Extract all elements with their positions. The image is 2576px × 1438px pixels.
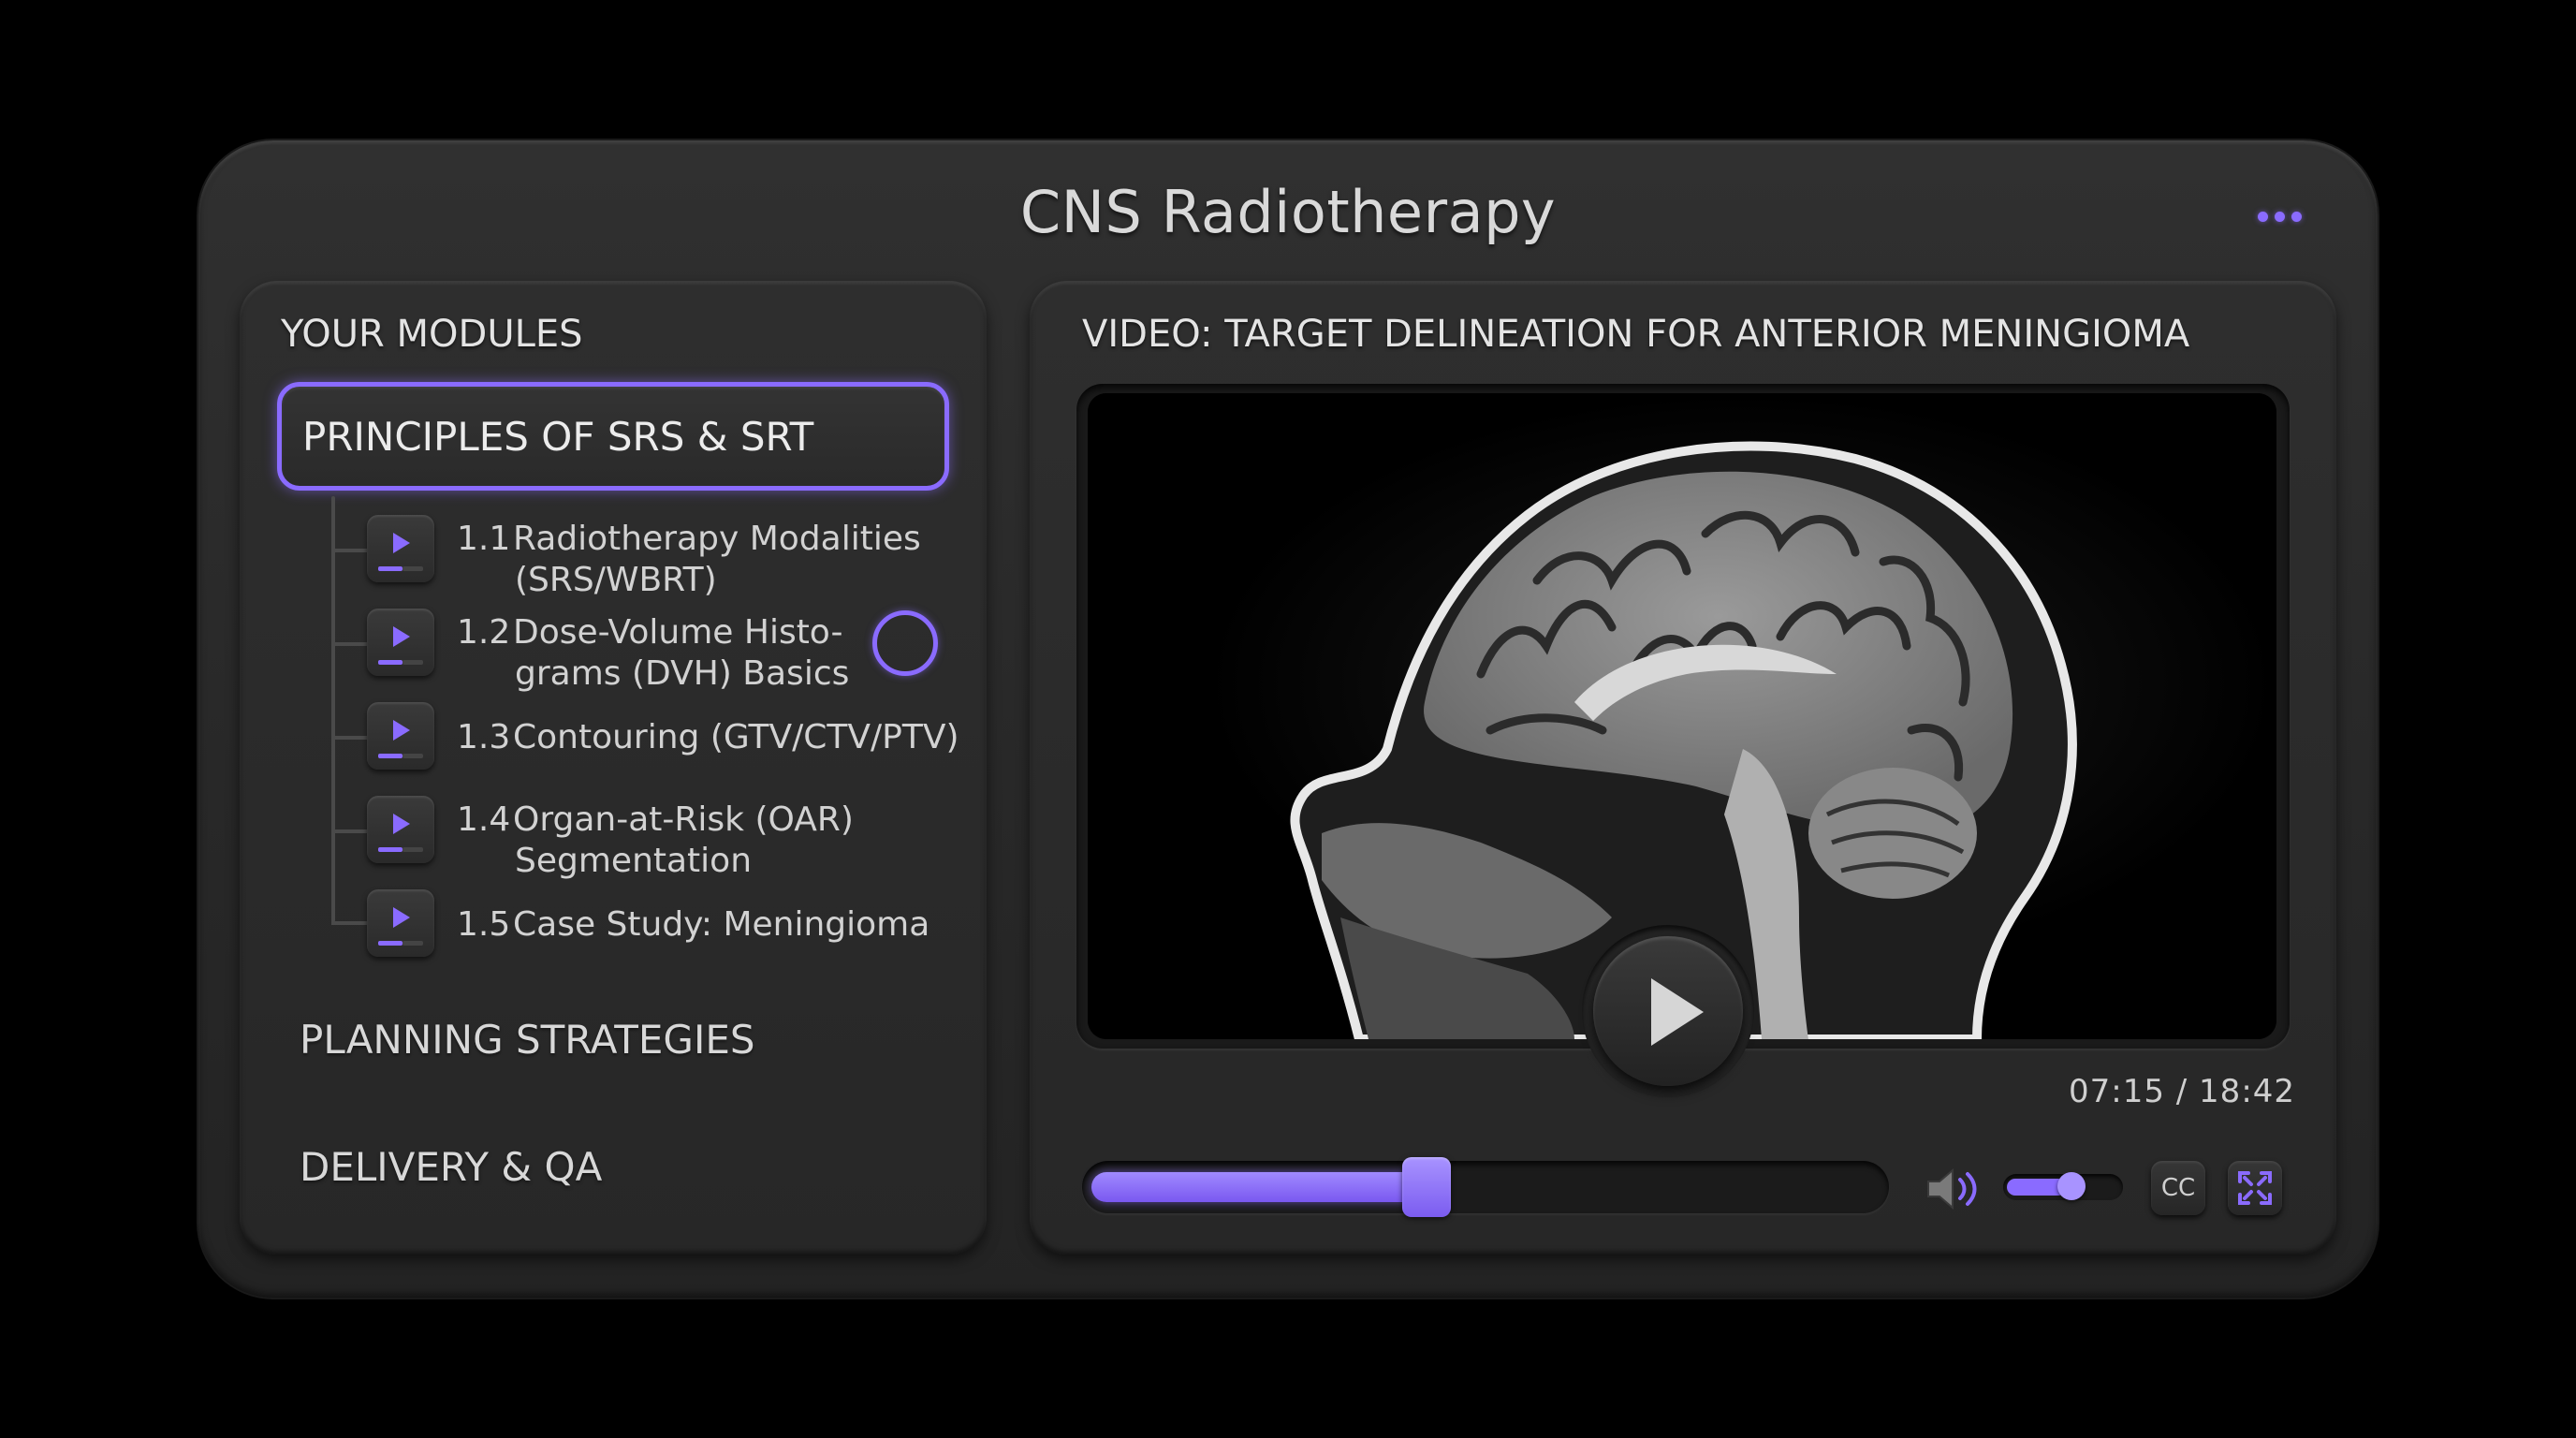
- module-planning-strategies[interactable]: PLANNING STRATEGIES: [300, 1017, 755, 1063]
- volume-icon[interactable]: [1923, 1163, 1984, 1215]
- lesson-number: 1.1: [457, 520, 511, 558]
- volume-handle[interactable]: [2057, 1172, 2086, 1200]
- lesson-play-icon[interactable]: [367, 889, 434, 957]
- cc-icon: CC: [2160, 1174, 2196, 1202]
- fullscreen-button[interactable]: [2228, 1161, 2282, 1215]
- fullscreen-icon: [2238, 1171, 2272, 1205]
- lesson-tree-line: [331, 496, 335, 922]
- lesson-number: 1.2: [457, 613, 511, 652]
- tree-branch: [331, 736, 369, 740]
- lesson-progress-ring-icon: [872, 610, 938, 676]
- play-button[interactable]: [1593, 936, 1743, 1086]
- lesson-number: 1.4: [457, 800, 511, 839]
- module-label: PRINCIPLES OF SRS & SRT: [302, 413, 814, 460]
- cc-button[interactable]: CC: [2151, 1161, 2205, 1215]
- lesson-title-cont: (SRS/WBRT): [515, 561, 717, 599]
- lesson-1-4[interactable]: 1.4Organ-at-Risk (OAR) Segmentation: [457, 800, 854, 882]
- lesson-title: Organ-at-Risk (OAR): [513, 800, 854, 839]
- play-icon: [1651, 978, 1704, 1046]
- seek-bar[interactable]: [1082, 1157, 1889, 1217]
- seek-handle[interactable]: [1402, 1157, 1451, 1217]
- tree-branch: [331, 829, 369, 833]
- lesson-title: Case Study: Meningioma: [513, 905, 930, 944]
- app-title: CNS Radiotherapy: [1019, 178, 1557, 246]
- modules-heading: YOUR MODULES: [281, 313, 583, 356]
- lesson-title: Radiotherapy Modalities: [513, 520, 921, 558]
- lesson-play-icon[interactable]: [367, 702, 434, 770]
- video-heading: VIDEO: TARGET DELINEATION FOR ANTERIOR M…: [1082, 313, 2190, 356]
- tree-branch: [331, 921, 369, 925]
- lesson-1-1[interactable]: 1.1Radiotherapy Modalities (SRS/WBRT): [457, 519, 921, 601]
- lesson-title-cont: grams (DVH) Basics: [515, 654, 850, 693]
- lesson-title: Contouring (GTV/CTV/PTV): [513, 718, 959, 756]
- volume-slider[interactable]: [2003, 1172, 2123, 1200]
- lesson-title-cont: Segmentation: [515, 842, 753, 880]
- module-delivery-qa[interactable]: DELIVERY & QA: [300, 1144, 602, 1190]
- tree-branch: [331, 549, 369, 552]
- module-principles-srs-srt[interactable]: PRINCIPLES OF SRS & SRT: [277, 382, 949, 491]
- lesson-play-icon[interactable]: [367, 609, 434, 676]
- lesson-1-2[interactable]: 1.2Dose-Volume Histo- grams (DVH) Basics: [457, 612, 849, 695]
- time-readout: 07:15 / 18:42: [2069, 1073, 2296, 1110]
- tree-branch: [331, 642, 369, 646]
- lesson-1-5[interactable]: 1.5Case Study: Meningioma: [457, 904, 929, 946]
- lesson-play-icon[interactable]: [367, 515, 434, 582]
- lesson-number: 1.3: [457, 718, 511, 756]
- lesson-title: Dose-Volume Histo-: [513, 613, 843, 652]
- lesson-play-icon[interactable]: [367, 796, 434, 863]
- more-dots-icon[interactable]: [2258, 208, 2318, 225]
- lesson-1-3[interactable]: 1.3Contouring (GTV/CTV/PTV): [457, 717, 959, 758]
- seek-progress: [1091, 1172, 1427, 1202]
- lesson-number: 1.5: [457, 905, 511, 944]
